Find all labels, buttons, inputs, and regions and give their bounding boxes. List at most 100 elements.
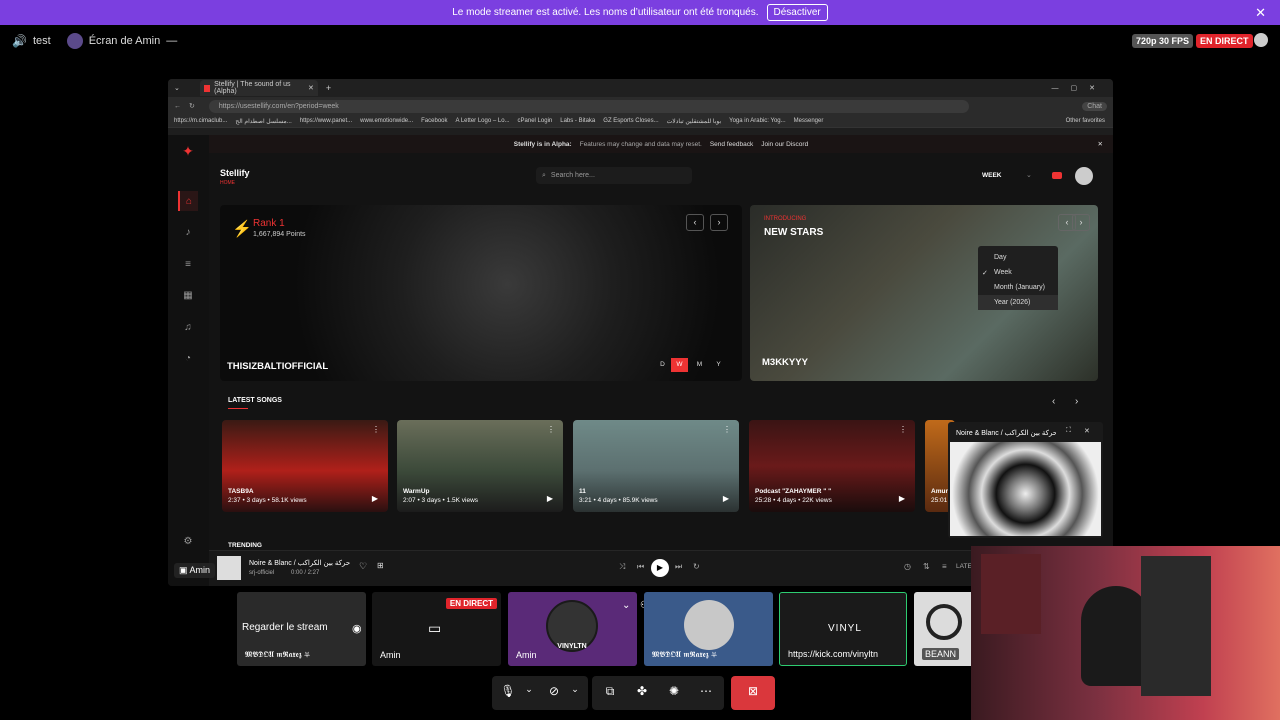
search-input[interactable]: ⌕ Search here... bbox=[536, 167, 692, 184]
sort-icon[interactable]: ⇅ bbox=[923, 562, 930, 571]
period-option-week[interactable]: ✓ Week bbox=[978, 265, 1058, 280]
play-icon[interactable]: ▶ bbox=[723, 494, 729, 503]
prev-button[interactable]: ‹ bbox=[686, 214, 704, 231]
new-star-artist[interactable]: M3KKYYY bbox=[762, 357, 808, 368]
hero-artist[interactable]: THISIZBALTIOFFICIAL bbox=[227, 361, 328, 372]
song-card[interactable]: ⋮ TASB9A 2:37 • 3 days • 58.1K views ▶ bbox=[222, 420, 388, 512]
bookmark-9[interactable]: بوبا للمشتقلين تبادلات bbox=[667, 118, 722, 125]
chevron-down-icon[interactable]: ⌄ bbox=[1026, 171, 1032, 179]
screen-share-icon[interactable]: ⧉ bbox=[601, 684, 619, 699]
heart-icon[interactable]: ♡ bbox=[359, 561, 367, 572]
period-tab-day[interactable]: D bbox=[656, 358, 669, 372]
flag-icon[interactable] bbox=[1052, 172, 1062, 179]
period-option-year[interactable]: Year (2026) bbox=[978, 295, 1058, 310]
calendar-icon[interactable]: ▦ bbox=[178, 285, 198, 305]
prev-icon[interactable]: ‹ bbox=[1052, 396, 1055, 407]
expand-icon[interactable]: ⛶ bbox=[1066, 427, 1071, 435]
period-option-month[interactable]: Month (January) bbox=[978, 280, 1058, 295]
next-button[interactable]: › bbox=[1072, 214, 1090, 231]
activities-icon[interactable]: ✤ bbox=[633, 684, 651, 698]
participant-tile-speaking[interactable]: VINYL https://kick.com/vinyltn bbox=[779, 592, 907, 666]
hero-card[interactable]: ⚡ Rank 1 1,667,894 Points ‹ › THISIZBALT… bbox=[220, 205, 742, 381]
next-icon[interactable]: ⏭ bbox=[675, 562, 682, 572]
window-controls[interactable]: —▢✕ bbox=[1052, 84, 1107, 92]
participant-tile[interactable]: 𝕸𝕭𝕯𝕺𝖀 𝖒𝕽𝖆𝖝𝖊𝖟 ⛧ bbox=[644, 592, 773, 666]
timer-icon[interactable]: ◷ bbox=[904, 562, 911, 571]
watch-stream-tile[interactable]: Regarder le stream ◉ 𝕸𝕭𝕯𝕺𝖀 𝖒𝕽𝖆𝖝𝖊𝖟 ⛧ bbox=[237, 592, 366, 666]
bookmark-3[interactable]: www.emotionwide... bbox=[360, 118, 413, 124]
track-artist[interactable]: srj-officiel bbox=[249, 570, 274, 576]
repeat-icon[interactable]: ↻ bbox=[693, 562, 700, 571]
new-tab-icon[interactable]: + bbox=[326, 83, 331, 93]
participant-tile[interactable]: BEANN bbox=[914, 592, 974, 666]
song-card[interactable]: ⋮ WarmUp 2:07 • 3 days • 1.5K views ▶ bbox=[397, 420, 563, 512]
play-icon[interactable]: ▶ bbox=[372, 494, 378, 503]
logo-icon[interactable]: ✦ bbox=[178, 141, 198, 161]
watch-stream-label[interactable]: Regarder le stream bbox=[242, 622, 328, 633]
chat-bubble-icon[interactable] bbox=[1254, 33, 1268, 47]
play-icon[interactable]: ▶ bbox=[547, 494, 553, 503]
bookmark-5[interactable]: A Letter Logo – Lo... bbox=[456, 118, 510, 124]
chevron-down-icon[interactable]: ⌄ bbox=[520, 684, 538, 695]
send-feedback-link[interactable]: Send feedback bbox=[710, 141, 753, 148]
close-tab-icon[interactable]: ✕ bbox=[308, 84, 314, 92]
shuffle-icon[interactable]: ⤨ bbox=[619, 562, 625, 572]
close-icon[interactable]: ✕ bbox=[1098, 140, 1103, 148]
back-icon[interactable]: ← bbox=[174, 103, 181, 110]
bookmark-6[interactable]: cPanel Login bbox=[518, 118, 553, 124]
song-card[interactable]: ⋮ 11 3:21 • 4 days • 85.9K views ▶ bbox=[573, 420, 739, 512]
close-icon[interactable]: ✕ bbox=[1255, 5, 1266, 21]
other-favorites[interactable]: Other favorites bbox=[1066, 118, 1105, 124]
bookmark-1[interactable]: مسلسل اصطدام الح... bbox=[235, 118, 291, 125]
stream-preview-tile[interactable]: EN DIRECT ▭ Amin bbox=[372, 592, 501, 666]
period-option-day[interactable]: Day bbox=[978, 250, 1058, 265]
bookmark-11[interactable]: Messenger bbox=[794, 118, 824, 124]
join-discord-link[interactable]: Join our Discord bbox=[761, 141, 808, 148]
tile-link[interactable]: https://kick.com/vinyltn bbox=[788, 649, 878, 659]
soundboard-icon[interactable]: ✺ bbox=[665, 684, 683, 698]
bookmark-7[interactable]: Labs - Bitaka bbox=[560, 118, 595, 124]
period-tab-month[interactable]: M bbox=[693, 358, 706, 372]
add-to-playlist-icon[interactable]: ⊞ bbox=[377, 561, 384, 570]
chevron-down-icon[interactable]: ⌄ bbox=[622, 600, 630, 611]
bookmark-2[interactable]: https://www.panet... bbox=[300, 118, 352, 124]
gear-icon[interactable]: ⚙ bbox=[178, 531, 198, 551]
bookmark-0[interactable]: https://m.cimaclub... bbox=[174, 118, 227, 124]
camera-off-icon[interactable]: ⊘ bbox=[545, 684, 563, 698]
participant-tile[interactable]: VINYLTN Amin bbox=[508, 592, 637, 666]
tab-list-icon[interactable]: ⌄ bbox=[174, 84, 180, 92]
mini-player[interactable]: Noire & Blanc / حركة بين الكراكب ⛶ ✕ bbox=[948, 422, 1103, 538]
brand-name[interactable]: Stellify bbox=[220, 168, 250, 178]
disable-streamer-mode-button[interactable]: Désactiver bbox=[766, 4, 828, 21]
previous-icon[interactable]: ⏮ bbox=[637, 562, 644, 572]
period-tab-year[interactable]: Y bbox=[712, 358, 725, 372]
list-icon[interactable]: ≡ bbox=[178, 254, 198, 274]
track-title[interactable]: Noire & Blanc / حركة بين الكراكب bbox=[249, 559, 350, 567]
bookmark-10[interactable]: Yoga in Arabic: Yog... bbox=[729, 118, 786, 124]
microphone-icon[interactable]: 🎙 bbox=[499, 684, 517, 698]
more-icon[interactable]: ⋮ bbox=[723, 425, 731, 434]
close-icon[interactable]: ✕ bbox=[1084, 427, 1090, 435]
more-icon[interactable]: ⋮ bbox=[547, 425, 555, 434]
chevron-down-icon[interactable]: ⌄ bbox=[566, 684, 584, 695]
more-icon[interactable]: ⋮ bbox=[899, 425, 907, 434]
bookmark-8[interactable]: GZ Esports Closes... bbox=[603, 118, 658, 124]
bell-icon[interactable]: ◔ bbox=[178, 348, 198, 368]
period-tab-week[interactable]: W bbox=[671, 358, 688, 372]
next-icon[interactable]: › bbox=[1075, 396, 1078, 407]
period-select[interactable]: WEEK bbox=[982, 172, 1002, 179]
more-icon[interactable]: ⋮ bbox=[372, 425, 380, 434]
refresh-icon[interactable]: ↻ bbox=[189, 102, 195, 110]
queue-icon[interactable]: ≡ bbox=[942, 562, 947, 571]
chat-button[interactable]: Chat bbox=[1082, 101, 1107, 111]
eye-icon[interactable]: ◉ bbox=[352, 622, 362, 635]
play-icon[interactable]: ▶ bbox=[899, 494, 905, 503]
url-input[interactable]: https://usestellify.com/en?period=week bbox=[208, 99, 969, 113]
play-pause-button[interactable]: ▶ bbox=[651, 559, 669, 577]
next-button[interactable]: › bbox=[710, 214, 728, 231]
song-card[interactable]: ⋮ Podcast "ZAHAYMER " " 25:28 • 4 days • … bbox=[749, 420, 915, 512]
microphone-icon[interactable]: ♪ bbox=[178, 222, 198, 242]
album-art[interactable] bbox=[217, 556, 241, 580]
more-icon[interactable]: ⋯ bbox=[697, 684, 715, 698]
bookmark-4[interactable]: Facebook bbox=[421, 118, 447, 124]
